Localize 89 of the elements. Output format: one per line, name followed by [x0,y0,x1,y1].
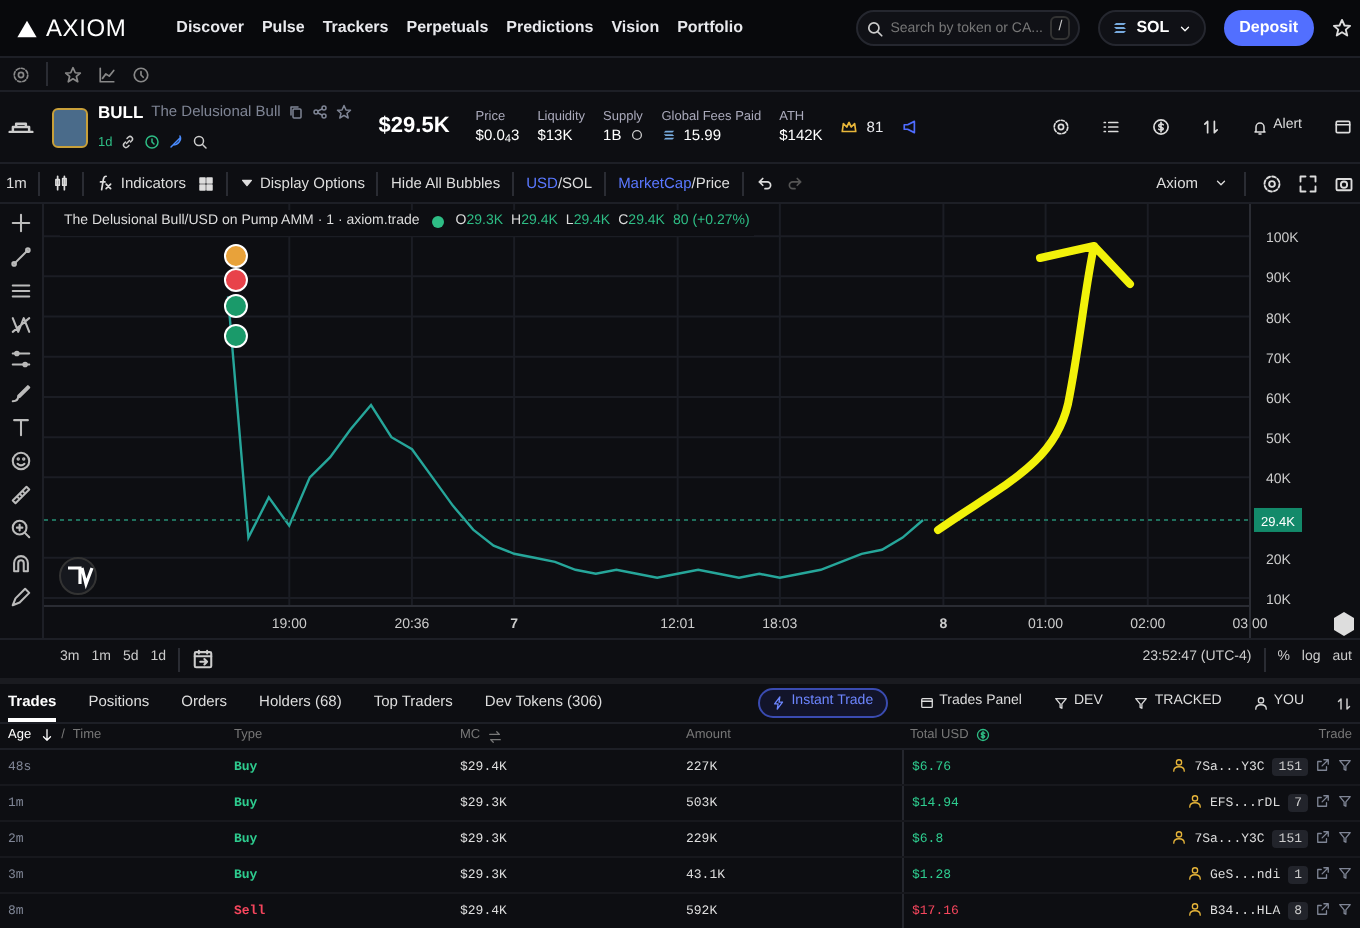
crosshair-icon [10,212,32,234]
bell-icon [1251,119,1268,135]
chart-icon [98,65,116,83]
trade-bubble[interactable] [223,244,248,268]
deposit-button[interactable]: Deposit [1223,10,1314,46]
status-dot [431,216,444,229]
ruler-icon [10,484,32,506]
trade-bubble[interactable] [223,268,248,292]
settings-icon [1051,118,1070,136]
nav-link[interactable]: Portfolio [677,16,743,40]
user-icon [1172,830,1187,845]
settings-icon [12,65,30,83]
nav-link[interactable]: Discover [176,16,244,40]
nav-link[interactable]: Predictions [506,16,594,40]
filter-icon [1338,830,1352,845]
magnet-icon [10,552,32,574]
filter-icon [1053,696,1068,710]
token-symbol: BULL [98,99,144,125]
nav-link[interactable]: Perpetuals [406,16,489,40]
user-icon [1187,902,1202,917]
panel-icon [919,696,934,710]
megaphone-icon [901,117,920,136]
history-icon [132,65,150,83]
filter-icon [1134,696,1149,710]
panel-icon [1334,118,1352,136]
fullscreen-icon [1298,173,1318,193]
external-link-icon [1316,902,1330,917]
feather-icon [168,134,185,151]
chevron-icon [1214,176,1228,190]
swap-icon [1201,118,1220,136]
user-icon [1187,794,1202,809]
camera-icon [1334,173,1354,193]
crown-icon [840,117,859,136]
settings-icon [1262,173,1282,193]
user-icon [1187,866,1202,881]
user-icon [1253,696,1268,710]
undo-icon [755,174,774,192]
trade-bubble[interactable] [223,294,248,318]
filter-icon [1338,902,1352,917]
star-icon [64,65,82,83]
redo-icon [785,174,804,193]
trend-line-icon [10,246,32,268]
link-icon [120,134,137,151]
chevron-icon [1177,21,1192,35]
horizontal-lines-icon [10,280,32,302]
brush-icon [10,382,32,404]
text-tool-icon [10,416,32,438]
smiley-icon [10,450,32,472]
bolt-icon [771,696,786,710]
grid-icon [197,175,214,191]
pattern-icon [10,314,32,336]
filter-icon [1338,866,1352,881]
settings-icon[interactable] [1334,612,1354,636]
list-icon [1101,118,1120,136]
star-icon[interactable] [1332,17,1352,38]
logo-icon [16,17,38,39]
token-image [52,107,88,147]
calendar-icon [192,648,215,670]
swap-icon [488,729,503,743]
external-link-icon [1316,866,1330,881]
star-icon [336,104,353,120]
search-icon [866,20,885,39]
caret-icon [239,176,254,190]
share-icon [312,104,329,120]
nav-link[interactable]: Trackers [322,16,389,40]
brand-name: AXIOM [46,12,127,46]
trade-bubble[interactable] [223,324,248,348]
measure-icon [10,348,32,370]
candles-icon [52,174,71,192]
external-link-icon [1316,758,1330,773]
market-cap: $29.5K [378,112,450,143]
sort-down-icon [39,727,54,742]
swap-icon [1336,695,1352,712]
dollar-icon [1151,118,1170,136]
external-link-icon [1316,830,1330,845]
supply-icon [629,128,644,143]
search-icon [192,134,209,151]
copy-icon [288,104,305,120]
filter-icon [1338,758,1352,773]
filter-icon [1338,794,1352,809]
nav-link[interactable]: Vision [611,16,660,40]
user-icon [1172,758,1187,773]
chain-selector[interactable]: SOL [1098,10,1206,46]
nav-link[interactable]: Pulse [261,16,305,40]
fx-icon [96,174,115,192]
external-link-icon [1316,794,1330,809]
zoom-in-icon [10,518,32,540]
pencil-icon [10,586,32,608]
clock-icon [144,134,161,151]
